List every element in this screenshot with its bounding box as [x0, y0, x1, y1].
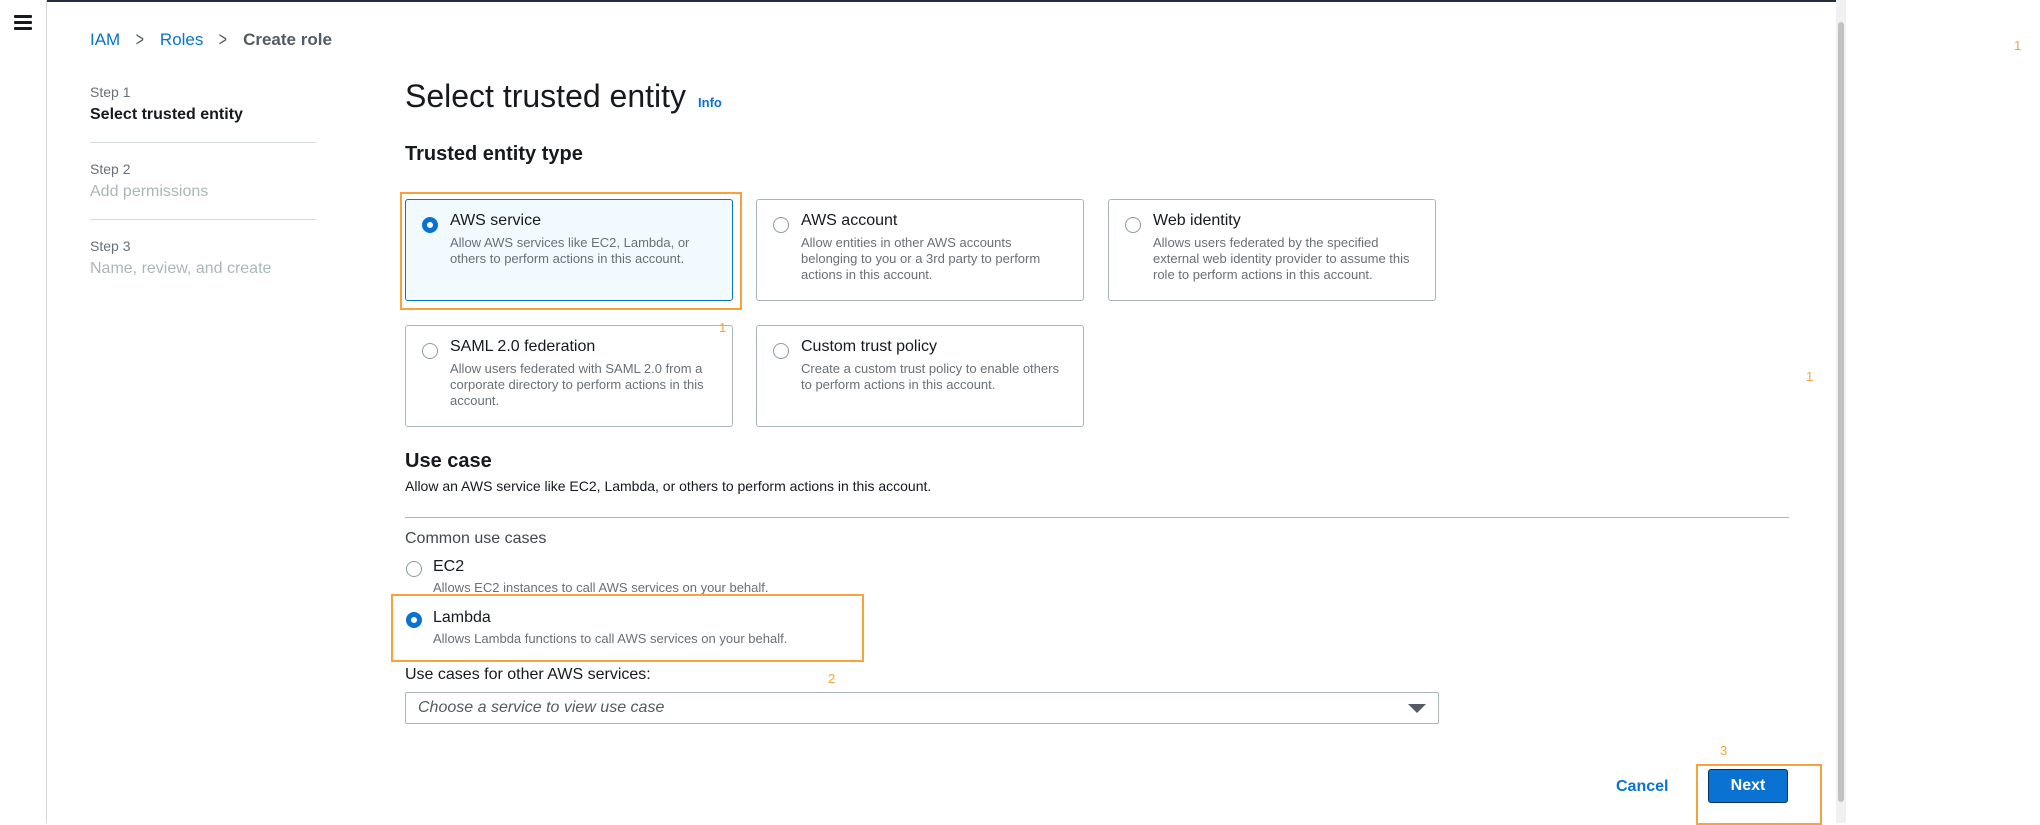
tile-description: Allows users federated by the specified …	[1153, 235, 1410, 282]
tile-description: Create a custom trust policy to enable o…	[801, 361, 1059, 392]
trusted-entity-heading: Trusted entity type	[405, 143, 583, 165]
radio-lambda[interactable]	[406, 612, 422, 628]
divider	[405, 517, 1789, 518]
use-case-lambda[interactable]: Lambda Allows Lambda functions to call A…	[405, 609, 1005, 646]
wizard-steps: Step 1 Select trusted entity Step 2 Add …	[90, 84, 316, 314]
option-title: EC2	[433, 558, 465, 575]
step-title: Add permissions	[90, 183, 209, 200]
breadcrumb-iam[interactable]: IAM	[90, 30, 120, 50]
annotation-number: 1	[2014, 38, 2022, 53]
breadcrumb-roles[interactable]: Roles	[160, 30, 203, 50]
tile-title: AWS service	[450, 212, 541, 229]
annotation-number: 1	[719, 320, 727, 335]
option-title: Lambda	[433, 609, 491, 626]
radio-aws-account[interactable]	[773, 217, 789, 233]
chevron-right-icon: >	[219, 29, 228, 51]
top-border	[0, 0, 1846, 2]
radio-ec2[interactable]	[406, 561, 422, 577]
breadcrumb-current: Create role	[243, 30, 332, 49]
step-number: Step 2	[90, 161, 131, 177]
step-number: Step 1	[90, 84, 131, 100]
caret-down-icon	[1408, 703, 1426, 713]
annotation-number: 2	[828, 671, 836, 686]
wizard-step-1: Step 1 Select trusted entity	[90, 84, 316, 143]
common-use-cases-label: Common use cases	[405, 530, 547, 547]
radio-web-identity[interactable]	[1125, 217, 1141, 233]
option-description: Allows EC2 instances to call AWS service…	[433, 580, 769, 595]
page-title-text: Select trusted entity	[405, 78, 687, 114]
scrollbar[interactable]	[1836, 0, 1846, 823]
tile-title: AWS account	[801, 212, 898, 229]
step-number: Step 3	[90, 238, 131, 254]
radio-custom-trust-policy[interactable]	[773, 343, 789, 359]
tile-aws-service[interactable]: AWS service Allow AWS services like EC2,…	[405, 199, 733, 301]
step-title: Name, review, and create	[90, 260, 272, 277]
breadcrumb: IAM > Roles > Create role	[90, 30, 332, 50]
tile-description: Allow AWS services like EC2, Lambda, or …	[450, 235, 690, 266]
radio-saml-federation[interactable]	[422, 343, 438, 359]
scrollbar-thumb[interactable]	[1838, 22, 1844, 802]
page-title: Select trusted entity Info	[405, 78, 722, 115]
service-select[interactable]: Choose a service to view use case	[405, 692, 1439, 724]
radio-aws-service[interactable]	[422, 217, 438, 233]
info-link[interactable]: Info	[698, 95, 722, 110]
navigation-rail	[0, 0, 47, 823]
tile-title: Web identity	[1153, 212, 1241, 229]
tile-aws-account[interactable]: AWS account Allow entities in other AWS …	[756, 199, 1084, 301]
other-services-label: Use cases for other AWS services:	[405, 666, 651, 683]
next-button[interactable]: Next	[1708, 769, 1788, 803]
step-title: Select trusted entity	[90, 106, 243, 123]
tile-description: Allow entities in other AWS accounts bel…	[801, 235, 1041, 282]
chevron-right-icon: >	[135, 29, 145, 51]
annotation-number: 1	[1806, 369, 1814, 384]
use-case-heading: Use case	[405, 450, 492, 472]
option-description: Allows Lambda functions to call AWS serv…	[433, 631, 788, 646]
use-case-subtitle: Allow an AWS service like EC2, Lambda, o…	[405, 478, 932, 494]
hamburger-menu-icon[interactable]	[14, 15, 32, 31]
cancel-button[interactable]: Cancel	[1608, 774, 1676, 800]
annotation-number: 3	[1720, 743, 1728, 758]
tile-title: Custom trust policy	[801, 338, 938, 355]
wizard-step-3: Step 3 Name, review, and create	[90, 238, 316, 296]
select-placeholder: Choose a service to view use case	[418, 699, 665, 716]
tile-custom-trust-policy[interactable]: Custom trust policy Create a custom trus…	[756, 325, 1084, 427]
use-case-ec2[interactable]: EC2 Allows EC2 instances to call AWS ser…	[405, 558, 1005, 595]
tile-title: SAML 2.0 federation	[450, 338, 596, 355]
wizard-step-2: Step 2 Add permissions	[90, 161, 316, 220]
tile-web-identity[interactable]: Web identity Allows users federated by t…	[1108, 199, 1436, 301]
tile-saml-federation[interactable]: SAML 2.0 federation Allow users federate…	[405, 325, 733, 427]
tile-description: Allow users federated with SAML 2.0 from…	[450, 361, 704, 408]
